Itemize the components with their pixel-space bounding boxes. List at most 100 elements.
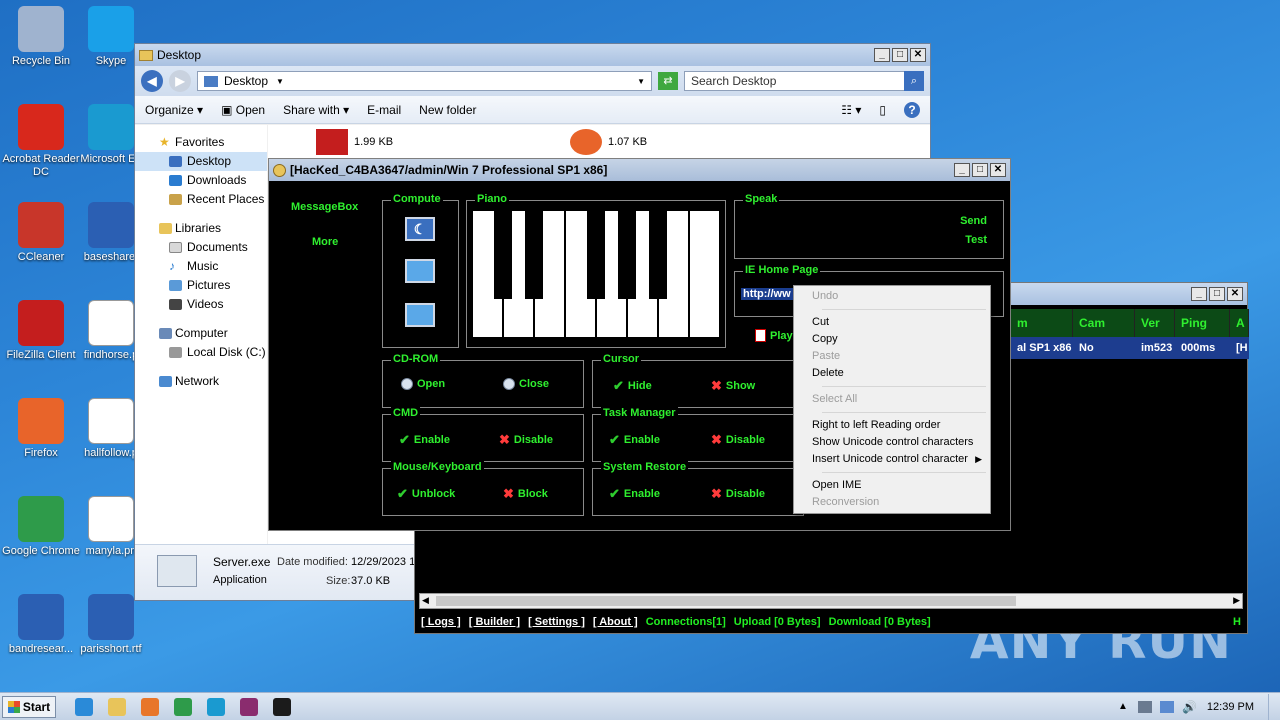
desktop-icon-item[interactable]: Firefox: [2, 398, 80, 460]
taskbar-app[interactable]: [69, 695, 99, 719]
rat-close-button[interactable]: ✕: [1227, 287, 1243, 301]
context-menu-item[interactable]: Cut: [796, 314, 988, 331]
nav-libraries[interactable]: Libraries: [135, 219, 267, 238]
taskmgr-disable-button[interactable]: ✖ Disable: [711, 432, 765, 448]
cmd-enable-button[interactable]: ✔ Enable: [399, 432, 450, 448]
action-center-icon[interactable]: [1137, 700, 1152, 713]
nav-videos[interactable]: Videos: [135, 295, 267, 314]
taskbar-app[interactable]: [267, 695, 297, 719]
nav-recent-places[interactable]: Recent Places: [135, 190, 267, 209]
scroll-thumb[interactable]: [436, 596, 1016, 606]
refresh-icon[interactable]: ⇄: [658, 72, 678, 90]
rat-minimize-button[interactable]: _: [1191, 287, 1207, 301]
desktop-icon-item[interactable]: FileZilla Client: [2, 300, 80, 362]
about-link[interactable]: [ About ]: [593, 616, 638, 628]
restore-disable-button[interactable]: ✖ Disable: [711, 486, 765, 502]
homepage-url-input[interactable]: http://ww: [741, 288, 793, 300]
more-button[interactable]: More: [312, 236, 338, 248]
taskbar-app[interactable]: [135, 695, 165, 719]
scroll-right-icon[interactable]: ▶: [1233, 595, 1240, 606]
taskmgr-enable-button[interactable]: ✔ Enable: [609, 432, 660, 448]
network-tray-icon[interactable]: [1159, 700, 1174, 713]
forward-button[interactable]: ▶: [169, 70, 191, 92]
context-menu-item[interactable]: Right to left Reading order: [796, 417, 988, 434]
black-piano-key[interactable]: [525, 211, 543, 299]
nav-computer[interactable]: Computer: [135, 324, 267, 343]
minimize-button[interactable]: _: [874, 48, 890, 62]
nav-favorites[interactable]: ★ Favorites: [135, 133, 267, 152]
organize-button[interactable]: Organize ▾: [145, 103, 203, 117]
monitor-icon[interactable]: [405, 259, 435, 283]
hacked-titlebar[interactable]: [HacKed_C4BA3647/admin/Win 7 Professiona…: [269, 159, 1010, 181]
address-bar[interactable]: Desktop ▼ ▼: [197, 71, 652, 91]
show-desktop-button[interactable]: [1268, 693, 1280, 720]
cd-open-button[interactable]: Open: [401, 378, 445, 390]
column-header[interactable]: Cam: [1073, 309, 1135, 337]
back-button[interactable]: ◀: [141, 70, 163, 92]
rat-hscrollbar[interactable]: ◀ ▶: [419, 593, 1243, 609]
hacked-maximize-button[interactable]: □: [972, 163, 988, 177]
send-button[interactable]: Send: [960, 215, 987, 227]
show-hidden-icons[interactable]: ▲: [1118, 701, 1128, 712]
context-menu-item[interactable]: Show Unicode control characters: [796, 434, 988, 451]
sleep-monitor-icon[interactable]: ☾: [405, 217, 435, 241]
taskbar-app[interactable]: [102, 695, 132, 719]
nav-network[interactable]: Network: [135, 372, 267, 391]
unblock-button[interactable]: ✔ Unblock: [397, 486, 455, 502]
file-item[interactable]: 1.07 KB: [570, 129, 647, 155]
nav-music[interactable]: ♪ Music: [135, 257, 267, 276]
email-button[interactable]: E-mail: [367, 103, 401, 117]
desktop-icon-item[interactable]: bandresear...: [2, 594, 80, 656]
test-button[interactable]: Test: [965, 234, 987, 246]
volume-icon[interactable]: 🔊: [1182, 700, 1197, 714]
preview-pane-icon[interactable]: ▯: [879, 103, 886, 117]
black-piano-key[interactable]: [618, 211, 636, 299]
white-piano-key[interactable]: [690, 211, 719, 337]
nav-desktop[interactable]: Desktop: [135, 152, 267, 171]
view-options-icon[interactable]: ☷ ▾: [841, 103, 861, 117]
explorer-titlebar[interactable]: Desktop _ □ ✕: [135, 44, 930, 66]
builder-link[interactable]: [ Builder ]: [469, 616, 520, 628]
scroll-left-icon[interactable]: ◀: [422, 595, 429, 606]
context-menu-item[interactable]: Delete: [796, 365, 988, 382]
close-button[interactable]: ✕: [910, 48, 926, 62]
hacked-minimize-button[interactable]: _: [954, 163, 970, 177]
nav-documents[interactable]: Documents: [135, 238, 267, 257]
black-piano-key[interactable]: [649, 211, 667, 299]
cmd-disable-button[interactable]: ✖ Disable: [499, 432, 553, 448]
column-header[interactable]: A: [1230, 309, 1249, 337]
help-icon[interactable]: ?: [904, 101, 920, 118]
play-button[interactable]: Play: [755, 329, 793, 342]
maximize-button[interactable]: □: [892, 48, 908, 62]
start-button[interactable]: Start: [2, 695, 56, 718]
black-piano-key[interactable]: [494, 211, 512, 299]
file-item[interactable]: 1.99 KB: [316, 129, 393, 155]
logs-link[interactable]: [ Logs ]: [421, 616, 461, 628]
cd-close-button[interactable]: Close: [503, 378, 549, 390]
column-header[interactable]: Ping: [1175, 309, 1230, 337]
taskbar-app[interactable]: [234, 695, 264, 719]
context-menu-item[interactable]: Insert Unicode control character ▶: [796, 451, 988, 468]
search-input[interactable]: Search Desktop: [684, 71, 906, 91]
desktop-icon-item[interactable]: parisshort.rtf: [72, 594, 150, 656]
open-button[interactable]: ▣ Open: [221, 103, 265, 117]
messagebox-button[interactable]: MessageBox: [291, 201, 358, 213]
rat-maximize-button[interactable]: □: [1209, 287, 1225, 301]
address-dropdown-icon[interactable]: ▼: [637, 77, 645, 86]
share-with-button[interactable]: Share with ▾: [283, 103, 349, 117]
clock[interactable]: 12:39 PM: [1207, 701, 1254, 713]
monitor-settings-icon[interactable]: [405, 303, 435, 327]
restore-enable-button[interactable]: ✔ Enable: [609, 486, 660, 502]
context-menu-item[interactable]: Open IME: [796, 477, 988, 494]
block-button[interactable]: ✖ Block: [503, 486, 548, 502]
black-piano-key[interactable]: [587, 211, 605, 299]
hacked-close-button[interactable]: ✕: [990, 163, 1006, 177]
taskbar-app[interactable]: [201, 695, 231, 719]
desktop-icon-item[interactable]: Google Chrome: [2, 496, 80, 558]
nav-local-disk[interactable]: Local Disk (C:): [135, 343, 267, 362]
new-folder-button[interactable]: New folder: [419, 103, 476, 117]
column-header[interactable]: Ver: [1135, 309, 1175, 337]
nav-downloads[interactable]: Downloads: [135, 171, 267, 190]
desktop-icon-item[interactable]: CCleaner: [2, 202, 80, 264]
taskbar-app[interactable]: [168, 695, 198, 719]
